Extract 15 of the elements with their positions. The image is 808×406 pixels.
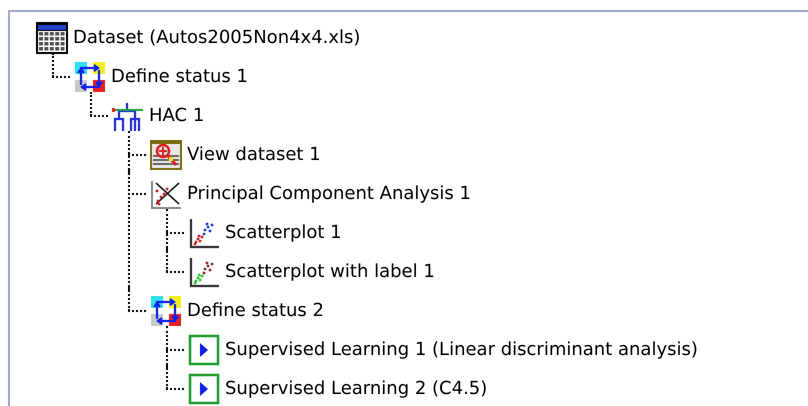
- window-icon: [149, 138, 183, 172]
- tree-item[interactable]: Dataset (Autos2005Non4x4.xls): [71, 26, 362, 49]
- tree-item[interactable]: HAC 1: [147, 104, 206, 127]
- tree-item[interactable]: Scatterplot with label 1: [223, 260, 437, 283]
- tree-item[interactable]: Define status 2: [185, 299, 326, 322]
- tree-item[interactable]: Supervised Learning 1 (Linear discriminant analysis): [223, 338, 700, 361]
- tree-item[interactable]: Define status 1: [109, 65, 250, 88]
- arrows-icon: [73, 60, 107, 94]
- tree-item[interactable]: Principal Component Analysis 1: [185, 182, 473, 205]
- play-icon: [187, 332, 221, 366]
- tree-item[interactable]: View dataset 1: [185, 143, 323, 166]
- table-icon: [35, 20, 69, 54]
- tree-item[interactable]: Scatterplot 1: [223, 221, 344, 244]
- arrows-icon: [149, 294, 183, 328]
- tree-item[interactable]: Supervised Learning 2 (C4.5): [223, 377, 490, 400]
